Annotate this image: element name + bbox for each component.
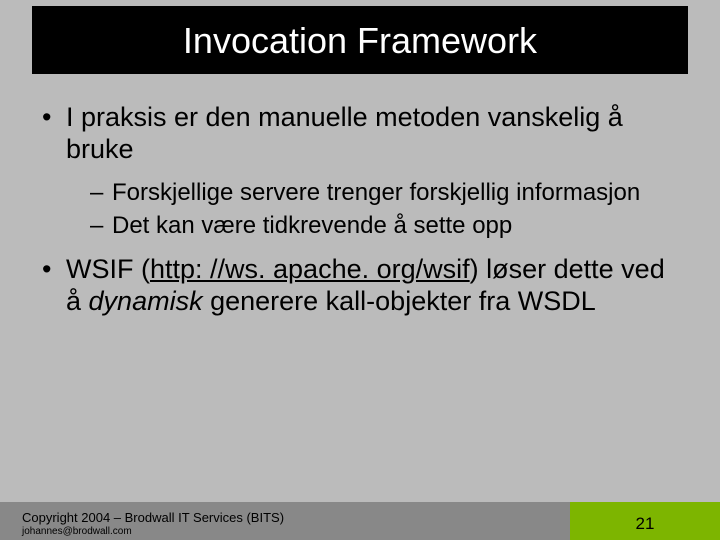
- bullet-1: I praksis er den manuelle metoden vanske…: [40, 102, 680, 240]
- footer-page-number: 21: [570, 502, 720, 540]
- footer-left: Copyright 2004 – Brodwall IT Services (B…: [0, 502, 570, 540]
- wsif-link[interactable]: http: //ws. apache. org/wsif: [150, 254, 470, 284]
- bullet-2-post: generere kall-objekter fra WSDL: [203, 286, 596, 316]
- slide-body: I praksis er den manuelle metoden vanske…: [0, 74, 720, 318]
- bullet-2-pre: WSIF (: [66, 254, 150, 284]
- bullet-1-text: I praksis er den manuelle metoden vanske…: [66, 102, 623, 164]
- bullet-1-sub-2: Det kan være tidkrevende å sette opp: [90, 211, 680, 240]
- bullet-1-sub-1: Forskjellige servere trenger forskjellig…: [90, 178, 680, 207]
- slide-title: Invocation Framework: [32, 6, 688, 74]
- bullet-2-italic: dynamisk: [89, 286, 203, 316]
- bullet-2: WSIF (http: //ws. apache. org/wsif) løse…: [40, 254, 680, 318]
- footer-copyright: Copyright 2004 – Brodwall IT Services (B…: [22, 510, 558, 526]
- slide-footer: Copyright 2004 – Brodwall IT Services (B…: [0, 502, 720, 540]
- footer-email: johannes@brodwall.com: [22, 526, 558, 538]
